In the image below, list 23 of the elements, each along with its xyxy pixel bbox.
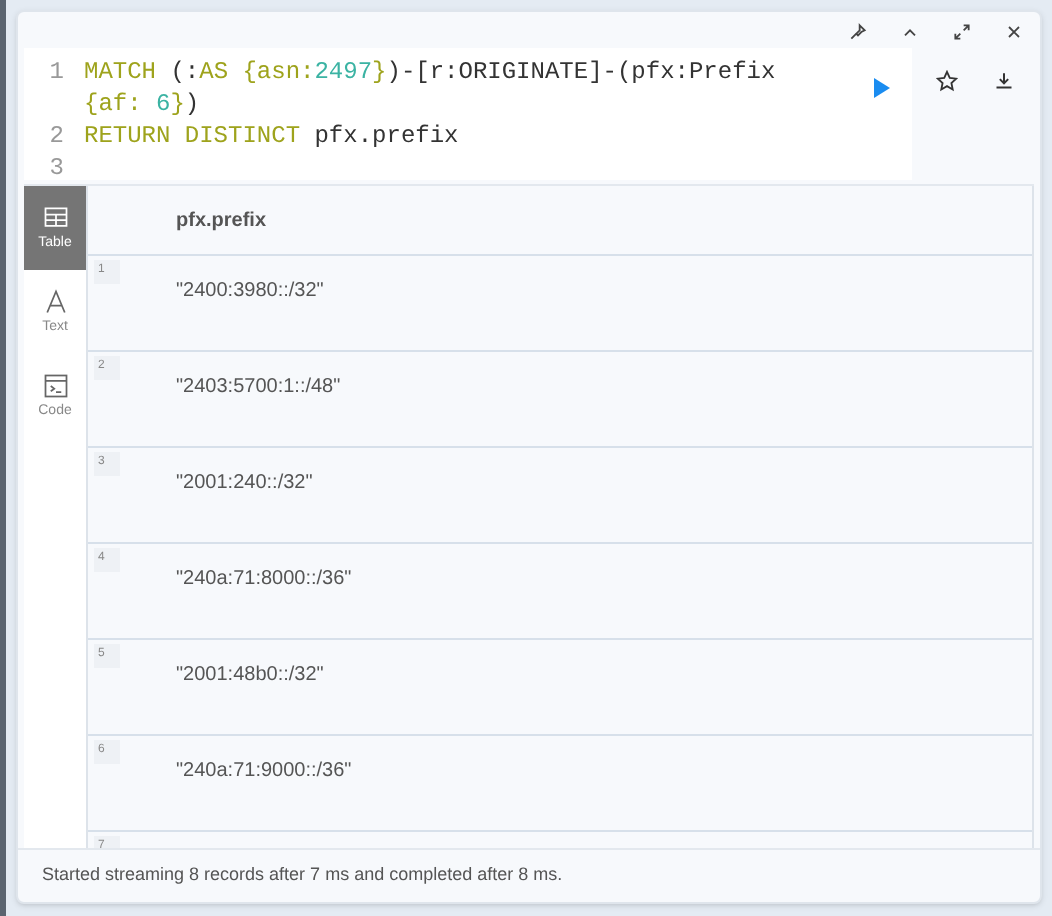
expand-icon[interactable] (952, 22, 972, 42)
code-line: MATCH (:AS {asn:2497})-[r:ORIGINATE]-(pfx:Prefix {af: 6}) (84, 56, 778, 120)
close-icon[interactable] (1004, 22, 1024, 42)
terminal-icon (41, 372, 69, 400)
table-cell-text: "240a:71:8000::/36" (176, 566, 352, 588)
table-cell-text: "2403:5700:1::/48" (176, 374, 341, 396)
pin-icon[interactable] (848, 22, 868, 42)
line-number: 1 (47, 56, 66, 90)
table-icon (41, 204, 69, 232)
play-icon[interactable] (872, 76, 892, 100)
line-number: 2 (47, 120, 66, 152)
status-message: Started streaming 8 records after 7 ms and completed after 8 ms. (42, 862, 563, 889)
table-cell-text: "2001:240::/32" (176, 470, 313, 492)
letter-icon (41, 288, 69, 316)
table-cell-text: "240a:71:9000::/36" (176, 758, 352, 780)
table-cell-text: "2400:3980::/32" (176, 278, 324, 300)
download-icon[interactable] (994, 70, 1014, 90)
code-editor[interactable]: 1 MATCH (:AS {asn:2497})-[r:ORIGINATE]-(pfx:Prefix {af: 6}) 2 RETURN DISTINCT pfx.prefix 3 (24, 48, 912, 180)
code-line: RETURN DISTINCT pfx.prefix (84, 120, 461, 152)
star-icon[interactable] (936, 70, 958, 92)
line-number: 3 (47, 152, 66, 184)
column-header: pfx.prefix (174, 207, 267, 235)
table-cell-text: "2001:48b0::/32" (176, 662, 324, 684)
